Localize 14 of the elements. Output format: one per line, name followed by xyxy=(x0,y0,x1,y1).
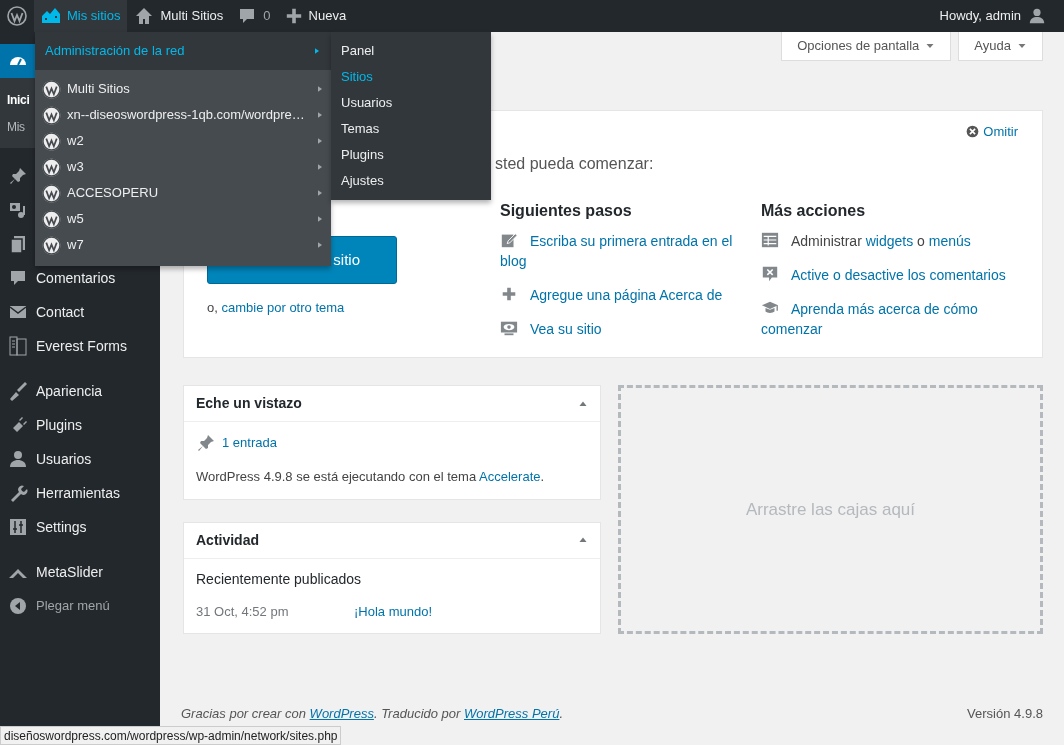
drop-zone-text: Arrastre las cajas aquí xyxy=(745,498,916,521)
section-heading: Recientemente publicados xyxy=(196,569,362,589)
column-heading: Más acciones xyxy=(761,201,867,221)
widget-title: Actividad xyxy=(196,530,259,550)
action-text: Administrar widgets o menús xyxy=(791,233,971,249)
post-date: 31 Oct, 4:52 pm xyxy=(196,602,290,621)
version-text: WordPress 4.9.8 se está ejecutando con el tema Accelerate. xyxy=(196,468,546,486)
status-url: diseñoswordpress.com/wordpress/wp-admin/network/sites.php xyxy=(0,726,342,745)
alternate-text: o, cambie por otro tema xyxy=(207,299,345,317)
version-label: Versión 4.9.8 xyxy=(967,704,1043,723)
footer-credits: Gracias por crear con WordPress. Traducido por WordPress Perú. xyxy=(181,704,563,723)
column-heading: Siguientes pasos xyxy=(500,201,633,221)
welcome-subtitle: sted pueda comenzar: xyxy=(495,154,654,174)
widget-title: Eche un vistazo xyxy=(196,394,302,413)
